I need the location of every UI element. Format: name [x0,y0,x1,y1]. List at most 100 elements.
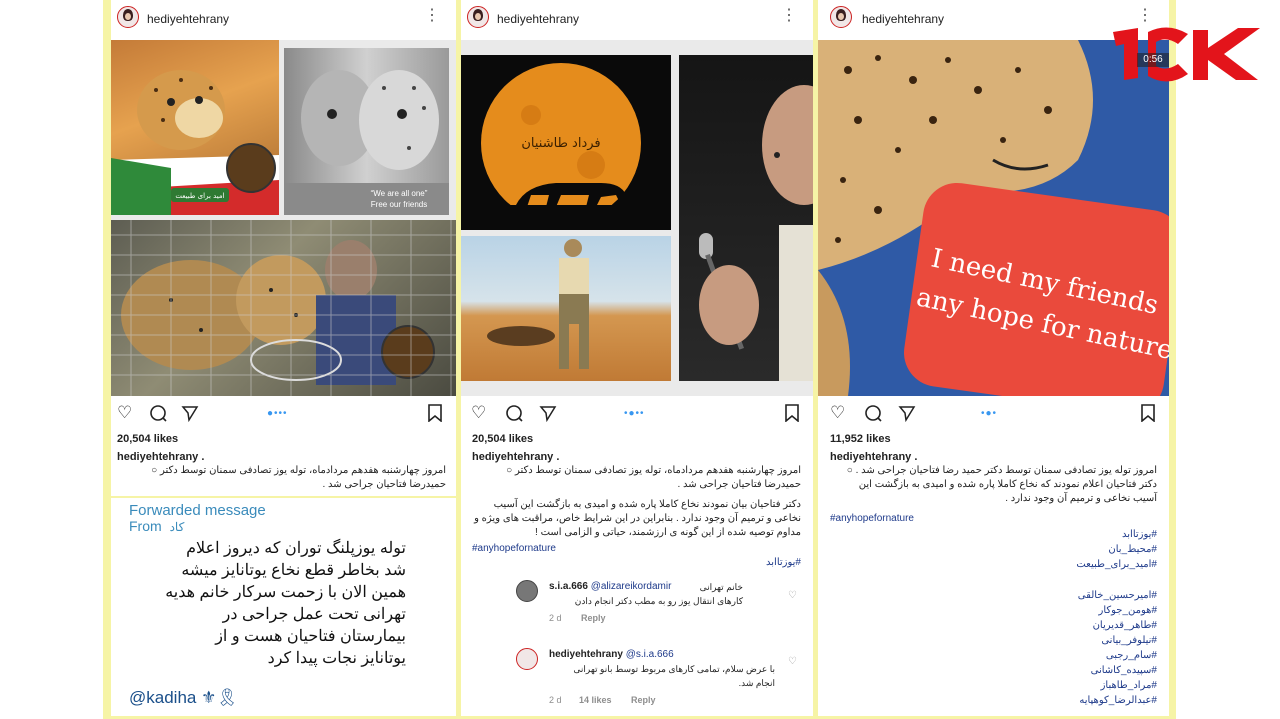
hashtag-fa[interactable]: #هومن_جوکار [957,604,1157,618]
more-icon[interactable]: ⋮ [424,8,440,24]
caption-line-1: امروز چهارشنبه هفدهم مردادماه، توله یوز … [151,465,446,476]
forwarded-line: بیمارستان فتاحیان هست و از [215,628,406,645]
cheetah-photo: امید برای طبیعت [111,40,279,215]
hashtag-fa[interactable]: #سام_رجبی [957,649,1157,663]
hashtag-fa[interactable]: #طاهر_قدیریان [957,619,1157,633]
forwarded-message: Forwarded message From کاد توله یوزپلنگ … [111,496,456,716]
caption-line-4: نخاعی و ترمیم آن وجود ندارد . بنابراین د… [474,513,801,524]
forwarded-from: From کاد [129,518,184,534]
hashtag-link[interactable]: #anyhopefornature [472,542,556,556]
comment-header: hediyehtehrany @s.i.a.666 [549,648,674,662]
reply-button[interactable]: Reply [631,695,656,705]
caption-line-1: امروز چهارشنبه هفدهم مردادماه، توله یوز … [506,465,801,476]
post-header: hediyehtehrany ⋮ [111,0,456,40]
share-icon[interactable] [181,404,199,425]
moon-cheetah-photo: فرداد طاشنیان [461,55,671,230]
hashtag-fa[interactable]: #امید_برای_طبیعت [957,558,1157,572]
heart-icon[interactable]: ♡ [471,404,486,421]
share-icon[interactable] [898,404,916,425]
forwarded-line: یوتانایز نجات پیدا کرد [267,650,406,667]
comment-likes[interactable]: 14 likes [579,695,612,705]
heart-icon[interactable]: ♡ [830,404,845,421]
bw-face-cheetah-photo: “We are all one” Free our friends [284,48,449,215]
from-name[interactable]: کاد [170,520,185,534]
hashtag-fa[interactable]: #محیط_بان [957,543,1157,557]
comment-text: کارهای انتقال یوز رو به مطب دکتر انجام د… [574,596,743,606]
heart-icon[interactable]: ♡ [117,404,132,421]
caption-line-2: حمیدرضا فتاحیان جراحی شد . [322,479,446,490]
bookmark-icon[interactable] [785,404,799,425]
username[interactable]: hediyehtehrany [147,12,229,26]
caption-line-2: حمیدرضا فتاحیان جراحی شد . [677,479,801,490]
caption-line-3: دکتر فتاحیان بیان نمودند نخاع کاملا پاره… [493,499,801,510]
hashtag-link[interactable]: #anyhopefornature [830,512,914,526]
forwarded-line: همین الان با زحمت سرکار خانم هدیه [165,584,406,601]
comment-icon[interactable] [864,404,882,425]
likes-count[interactable]: 20,504 likes [472,433,533,445]
hashtag-fa[interactable]: #نیلوفر_بیانی [957,634,1157,648]
comment-icon[interactable] [149,404,167,425]
avatar[interactable] [467,6,489,28]
username[interactable]: hediyehtehrany [862,12,944,26]
forwarded-body: توله یوزپلنگ توران که دیروز اعلام شد بخا… [121,538,406,670]
caption-username[interactable]: hediyehtehrany . [472,450,559,464]
from-label: From [129,518,162,534]
bookmark-icon[interactable] [1141,404,1155,425]
avatar[interactable] [830,6,852,28]
forwarded-line: شد بخاطر قطع نخاع یوتانایز میشه [181,562,406,579]
video-timer: 0:56 [1137,53,1169,67]
post-card-2: hediyehtehrany ⋮ فرداد طاشنیان ♡ •●•• 20… [461,0,813,716]
bookmark-icon[interactable] [428,404,442,425]
forwarded-title: Forwarded message [129,502,266,519]
post-image[interactable]: I need my friends any hope for nature [818,40,1169,396]
likes-count[interactable]: 11,952 likes [830,433,891,445]
cheetah-flag-illustration: امید برای طبیعت [111,70,279,215]
likes-count[interactable]: 20,504 likes [117,433,178,445]
post-collage[interactable]: فرداد طاشنیان [461,40,813,396]
post-header: hediyehtehrany ⋮ [461,0,813,40]
moon-scene: فرداد طاشنیان [461,63,671,230]
hashtag-fa[interactable]: #مراد_طاهباز [957,679,1157,693]
post-collage[interactable]: امید برای طبیعت “We are all one” Free ou… [111,40,456,396]
quote-text: “We are all one” [371,189,428,198]
microphone-scene [699,85,813,381]
bw-face-drawing: “We are all one” Free our friends [284,70,449,215]
more-icon[interactable]: ⋮ [781,8,797,24]
hashtag-fa[interactable]: #یوزتاابد [601,556,801,570]
hashtag-fa[interactable]: #سپیده_کاشانی [957,664,1157,678]
carousel-dots: ●••• [267,408,288,419]
post-actions: ♡ •●• [818,398,1169,430]
caption-line-2: دکتر فتاحیان اعلام نمودند که نخاع کاملا … [858,479,1157,490]
comment-icon[interactable] [505,404,523,425]
caption-username[interactable]: hediyehtehrany . [830,450,917,464]
desert-scene [487,239,589,369]
post-actions: ♡ ●••• [111,398,456,430]
hashtag-fa[interactable]: #امیرحسین_خالقی [957,589,1157,603]
forwarded-line: تهرانی تحت عمل جراحی در [222,606,406,623]
carousel-dots: •●• [981,408,998,419]
comment-mention[interactable]: @s.i.a.666 [626,649,674,660]
comment-user[interactable]: s.i.a.666 [549,581,588,592]
reply-button[interactable]: Reply [581,613,606,623]
share-icon[interactable] [539,404,557,425]
caption-username[interactable]: hediyehtehrany . [117,450,204,464]
post-actions: ♡ •●•• [461,398,813,430]
comment-heart-icon[interactable]: ♡ [788,590,797,601]
hashtag-fa[interactable]: #عبدالرضا_کوهپایه [957,694,1157,708]
comment-user[interactable]: hediyehtehrany [549,649,623,660]
caption-line-3: آسیب نخاعی و ترمیم آن وجود ندارد . [1005,493,1157,504]
hashtag-fa[interactable]: #یوزتاابد [957,528,1157,542]
cage-scene [111,220,456,396]
quote-text-2: Free our friends [371,200,427,209]
comment-age: 2 d [549,695,562,705]
sleeping-cheetah-sign: I need my friends any hope for nature [818,40,1169,396]
comment-heart-icon[interactable]: ♡ [788,656,797,667]
comment-text: با عرض سلام، تمامی کارهای مربوط توسط بان… [573,664,775,674]
comment-text: خانم تهرانی [699,582,743,592]
forwarded-mention[interactable]: @kadiha ⚜🎗 [129,688,238,708]
carousel-dots: •●•• [624,408,645,419]
avatar[interactable] [117,6,139,28]
post-card-1: hediyehtehrany ⋮ امید برای طبیعت “We are… [111,0,456,716]
username[interactable]: hediyehtehrany [497,12,579,26]
forwarded-line: توله یوزپلنگ توران که دیروز اعلام [186,540,406,557]
